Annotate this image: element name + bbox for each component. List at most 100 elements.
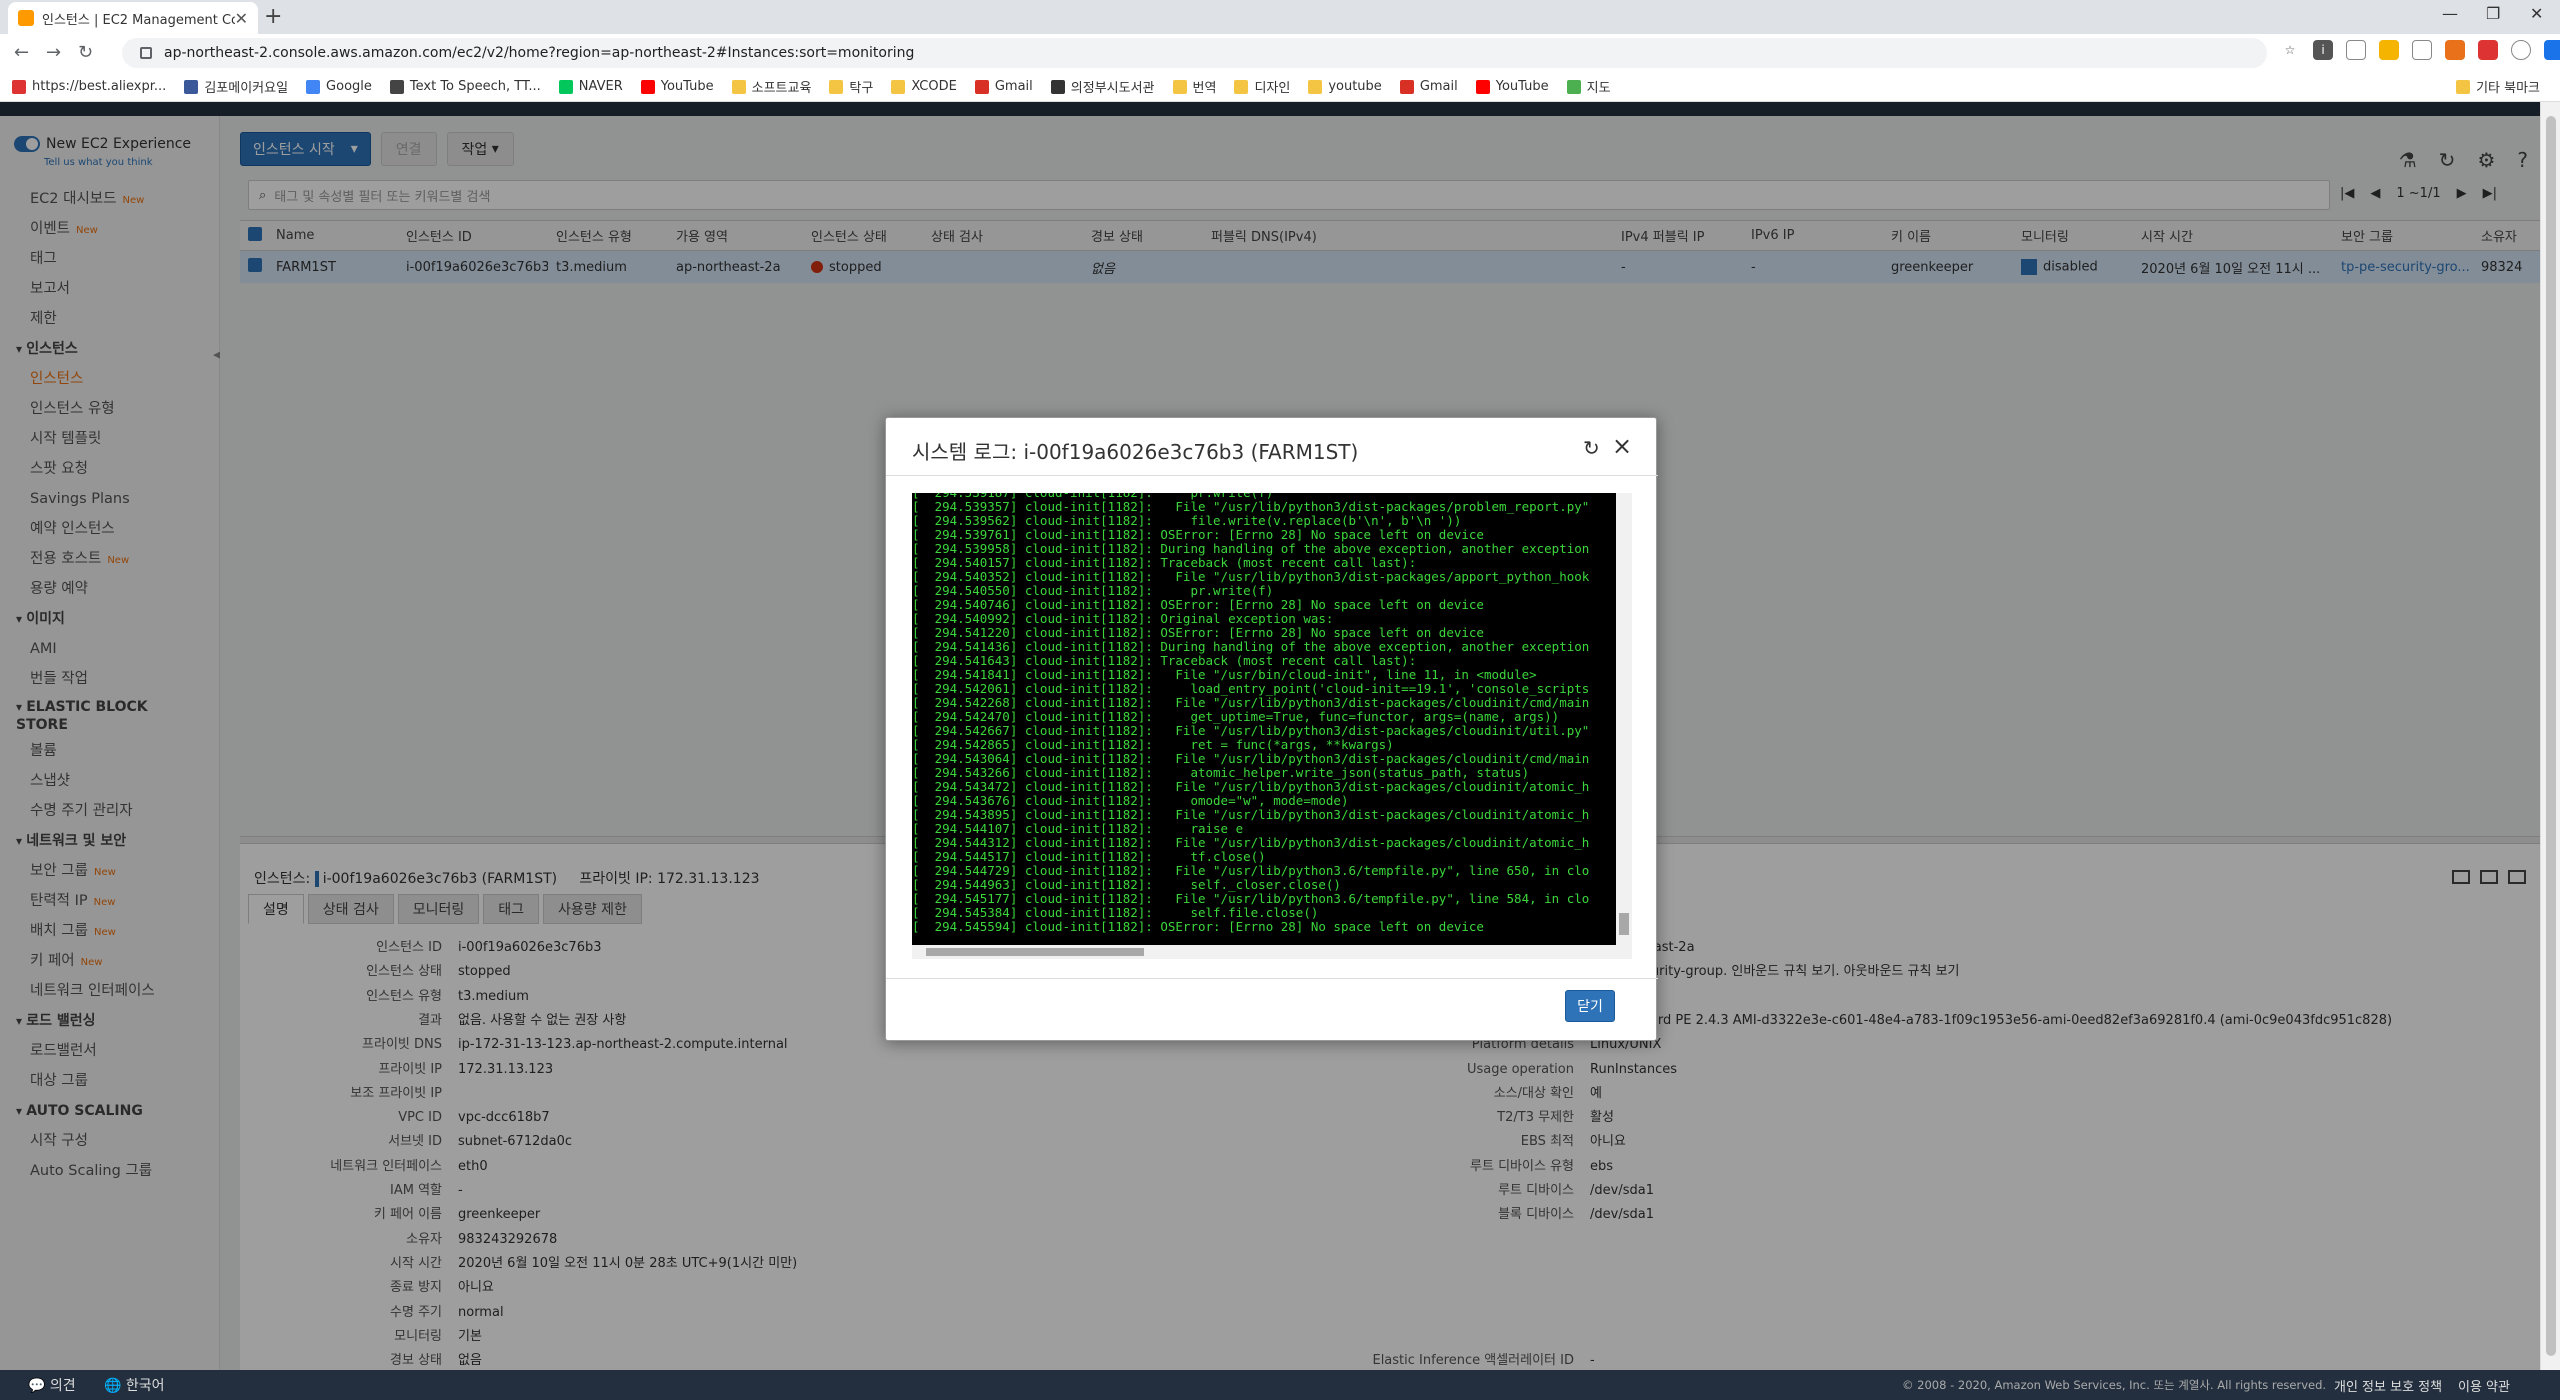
bookmark-label: YouTube bbox=[660, 79, 714, 94]
language-selector[interactable]: 🌐 한국어 bbox=[104, 1375, 165, 1395]
bookmark-icon bbox=[829, 79, 844, 94]
log-line: [ 294.539357] cloud-init[1182]: File "/u… bbox=[912, 499, 1590, 514]
bookmark-item[interactable]: 탁구 bbox=[829, 77, 873, 96]
log-line: [ 294.541436] cloud-init[1182]: During h… bbox=[912, 639, 1590, 654]
forward-icon[interactable]: → bbox=[46, 42, 61, 63]
log-line: [ 294.540992] cloud-init[1182]: Original… bbox=[912, 611, 1334, 626]
extension-icon[interactable] bbox=[2478, 40, 2498, 60]
bookmark-label: Gmail bbox=[1419, 79, 1458, 94]
browser-tab-ec2[interactable]: 인스턴스 | EC2 Management Co ✕ bbox=[8, 2, 258, 34]
bookmark-icon bbox=[12, 79, 26, 94]
minimize-icon[interactable]: — bbox=[2442, 4, 2458, 23]
log-vertical-scrollbar[interactable] bbox=[1616, 493, 1632, 945]
maximize-icon[interactable]: ❐ bbox=[2486, 4, 2500, 23]
bookmark-item[interactable]: https://best.aliexpr... bbox=[12, 79, 166, 94]
dialog-title: 시스템 로그: i-00f19a6026e3c76b3 (FARM1ST) bbox=[912, 440, 1359, 464]
refresh-icon[interactable]: ↻ bbox=[1583, 436, 1600, 460]
extension-icon[interactable] bbox=[2412, 40, 2432, 60]
bookmark-item[interactable]: 의정부시도서관 bbox=[1050, 77, 1155, 96]
bookmark-label: https://best.aliexpr... bbox=[32, 79, 167, 94]
scrollbar-thumb[interactable] bbox=[926, 948, 1144, 956]
url-text: ap-northeast-2.console.aws.amazon.com/ec… bbox=[164, 45, 915, 61]
bookmark-icon bbox=[389, 79, 404, 94]
tab-close-icon[interactable]: ✕ bbox=[235, 9, 248, 28]
bookmark-item[interactable]: 번역 bbox=[1172, 77, 1216, 96]
bookmark-item[interactable]: Google bbox=[306, 79, 372, 94]
scrollbar-thumb[interactable] bbox=[1619, 913, 1629, 935]
extension-icon[interactable]: i bbox=[2313, 40, 2333, 60]
bookmark-item[interactable]: YouTube bbox=[640, 79, 714, 94]
folder-icon bbox=[2456, 79, 2471, 94]
terms-link[interactable]: 이용 약관 bbox=[2458, 1376, 2510, 1395]
back-icon[interactable]: ← bbox=[14, 42, 29, 63]
extension-icon[interactable] bbox=[2544, 40, 2560, 60]
bookmark-icon bbox=[184, 79, 199, 94]
bookmark-item[interactable]: 소프트교육 bbox=[731, 77, 812, 96]
browser-tab-strip: 인스턴스 | EC2 Management Co ✕ + — ❐ ✕ bbox=[0, 0, 2560, 34]
close-button[interactable]: 닫기 bbox=[1565, 990, 1615, 1022]
bookmarks-bar: https://best.aliexpr... 김포메이커요일 Google Text… bbox=[0, 72, 2560, 102]
page-scrollbar[interactable] bbox=[2540, 102, 2560, 1370]
extension-icon[interactable] bbox=[2445, 40, 2465, 60]
bookmark-item[interactable]: youtube bbox=[1308, 79, 1382, 94]
log-line: [ 294.542470] cloud-init[1182]: get_upti… bbox=[912, 709, 1560, 724]
bookmark-label: Text To Speech, TT... bbox=[409, 79, 541, 94]
log-line: [ 294.541220] cloud-init[1182]: OSError:… bbox=[912, 625, 1484, 640]
bookmark-item[interactable]: Text To Speech, TT... bbox=[389, 79, 541, 94]
url-input[interactable]: ap-northeast-2.console.aws.amazon.com/ec… bbox=[122, 38, 2267, 68]
log-line: [ 294.543266] cloud-init[1182]: atomic_h… bbox=[912, 765, 1530, 780]
system-log-dialog: 시스템 로그: i-00f19a6026e3c76b3 (FARM1ST) ↻ … bbox=[885, 417, 1658, 1041]
bookmark-label: Google bbox=[326, 79, 372, 94]
log-line: [ 294.540352] cloud-init[1182]: File "/u… bbox=[912, 569, 1590, 584]
other-bookmarks[interactable]: 기타 북마크 bbox=[2456, 77, 2540, 96]
other-bookmarks-label: 기타 북마크 bbox=[2476, 81, 2540, 96]
bookmark-label: 소프트교육 bbox=[751, 81, 812, 96]
log-line: [ 294.543676] cloud-init[1182]: omode="w… bbox=[912, 793, 1349, 808]
log-line: [ 294.544729] cloud-init[1182]: File "/u… bbox=[912, 863, 1590, 878]
log-line: [ 294.541841] cloud-init[1182]: File "/u… bbox=[912, 667, 1537, 682]
privacy-link[interactable]: 개인 정보 보호 정책 bbox=[2334, 1376, 2442, 1395]
system-log-console[interactable]: [ 294.539187] cloud-init[1182]: pr.write… bbox=[912, 493, 1632, 945]
log-line: [ 294.542061] cloud-init[1182]: load_ent… bbox=[912, 681, 1590, 696]
log-line: [ 294.541643] cloud-init[1182]: Tracebac… bbox=[912, 653, 1417, 668]
new-tab-icon[interactable]: + bbox=[264, 4, 282, 29]
feedback-link[interactable]: 💬 의견 bbox=[28, 1375, 76, 1395]
bookmark-item[interactable]: Gmail bbox=[1399, 79, 1458, 94]
log-horizontal-scrollbar[interactable] bbox=[912, 945, 1632, 959]
shield-icon[interactable] bbox=[2511, 40, 2531, 60]
window-close-icon[interactable]: ✕ bbox=[2530, 4, 2543, 23]
bookmark-label: 의정부시도서관 bbox=[1070, 81, 1155, 96]
bookmark-icon bbox=[306, 79, 321, 94]
close-icon[interactable]: × bbox=[1612, 432, 1632, 460]
log-line: [ 294.542268] cloud-init[1182]: File "/u… bbox=[912, 695, 1590, 710]
bookmark-label: youtube bbox=[1328, 79, 1382, 94]
bookmark-item[interactable]: Gmail bbox=[974, 79, 1033, 94]
bookmark-item[interactable]: 지도 bbox=[1566, 77, 1611, 96]
bookmark-item[interactable]: YouTube bbox=[1475, 79, 1549, 94]
log-line: [ 294.544107] cloud-init[1182]: raise e bbox=[912, 821, 1244, 836]
status-bar: 💬 의견 🌐 한국어 © 2008 - 2020, Amazon Web Ser… bbox=[0, 1370, 2560, 1400]
bookmark-icon bbox=[1172, 79, 1187, 94]
bookmark-item[interactable]: 김포메이커요일 bbox=[184, 77, 288, 96]
log-line: [ 294.544312] cloud-init[1182]: File "/u… bbox=[912, 835, 1590, 850]
log-line: [ 294.540746] cloud-init[1182]: OSError:… bbox=[912, 597, 1484, 612]
bookmark-item[interactable]: NAVER bbox=[558, 79, 623, 94]
bookmark-icon bbox=[1399, 79, 1414, 94]
reload-icon[interactable]: ↻ bbox=[78, 42, 93, 63]
extension-icon[interactable] bbox=[2346, 40, 2366, 60]
bookmark-label: 디자인 bbox=[1254, 81, 1291, 96]
extension-icons: ☆ i ⋮ bbox=[2280, 40, 2560, 60]
bookmark-item[interactable]: 디자인 bbox=[1234, 77, 1290, 96]
log-line: [ 294.544517] cloud-init[1182]: tf.close… bbox=[912, 849, 1266, 864]
log-line: [ 294.540157] cloud-init[1182]: Tracebac… bbox=[912, 555, 1417, 570]
bookmark-label: 지도 bbox=[1586, 81, 1611, 96]
extension-icon[interactable] bbox=[2379, 40, 2399, 60]
star-icon[interactable]: ☆ bbox=[2280, 40, 2300, 60]
bookmark-item[interactable]: XCODE bbox=[891, 79, 957, 94]
log-line: [ 294.545384] cloud-init[1182]: self.fil… bbox=[912, 905, 1319, 920]
bookmark-icon bbox=[1234, 79, 1249, 94]
bookmark-icon bbox=[731, 79, 746, 94]
scrollbar-thumb[interactable] bbox=[2546, 116, 2556, 1356]
bookmark-icon bbox=[558, 79, 573, 94]
bookmark-icon bbox=[1308, 79, 1323, 94]
